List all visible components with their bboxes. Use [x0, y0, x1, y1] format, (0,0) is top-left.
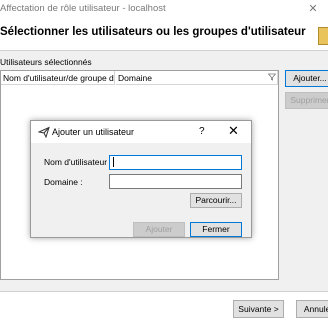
help-icon[interactable]: ? [199, 126, 205, 137]
footer-divider [0, 291, 328, 292]
remove-button[interactable]: Supprimer [285, 92, 328, 109]
dialog-title: Ajouter un utilisateur [52, 127, 135, 137]
column-header-user-group[interactable]: Nom d'utilisateur/de groupe d'utili [1, 71, 115, 85]
folder-icon [318, 27, 328, 45]
filter-icon[interactable] [267, 73, 277, 83]
page-title: Sélectionner les utilisateurs ou les gro… [0, 26, 306, 38]
add-button[interactable]: Ajouter... [285, 70, 328, 87]
window-title: Affectation de rôle utilisateur - localh… [0, 3, 166, 14]
cancel-button[interactable]: Annuler [296, 300, 328, 318]
selected-users-label: Utilisateurs sélectionnés [0, 57, 92, 67]
column-header-domain[interactable]: Domaine [116, 71, 278, 85]
dialog-close-icon[interactable]: ✕ [228, 124, 239, 138]
username-label: Nom d'utilisateur : [44, 157, 112, 167]
dialog-add-button[interactable]: Ajouter [133, 222, 185, 237]
window-close-icon[interactable]: ✕ [305, 2, 321, 16]
paper-plane-icon [37, 126, 50, 139]
domain-label: Domaine : [44, 177, 83, 187]
text-caret [113, 157, 114, 167]
username-input[interactable] [109, 155, 242, 170]
next-button[interactable]: Suivante > [233, 300, 284, 318]
browse-button[interactable]: Parcourir... [190, 193, 242, 208]
domain-input[interactable] [109, 174, 242, 189]
dialog-close-button[interactable]: Fermer [190, 222, 242, 237]
